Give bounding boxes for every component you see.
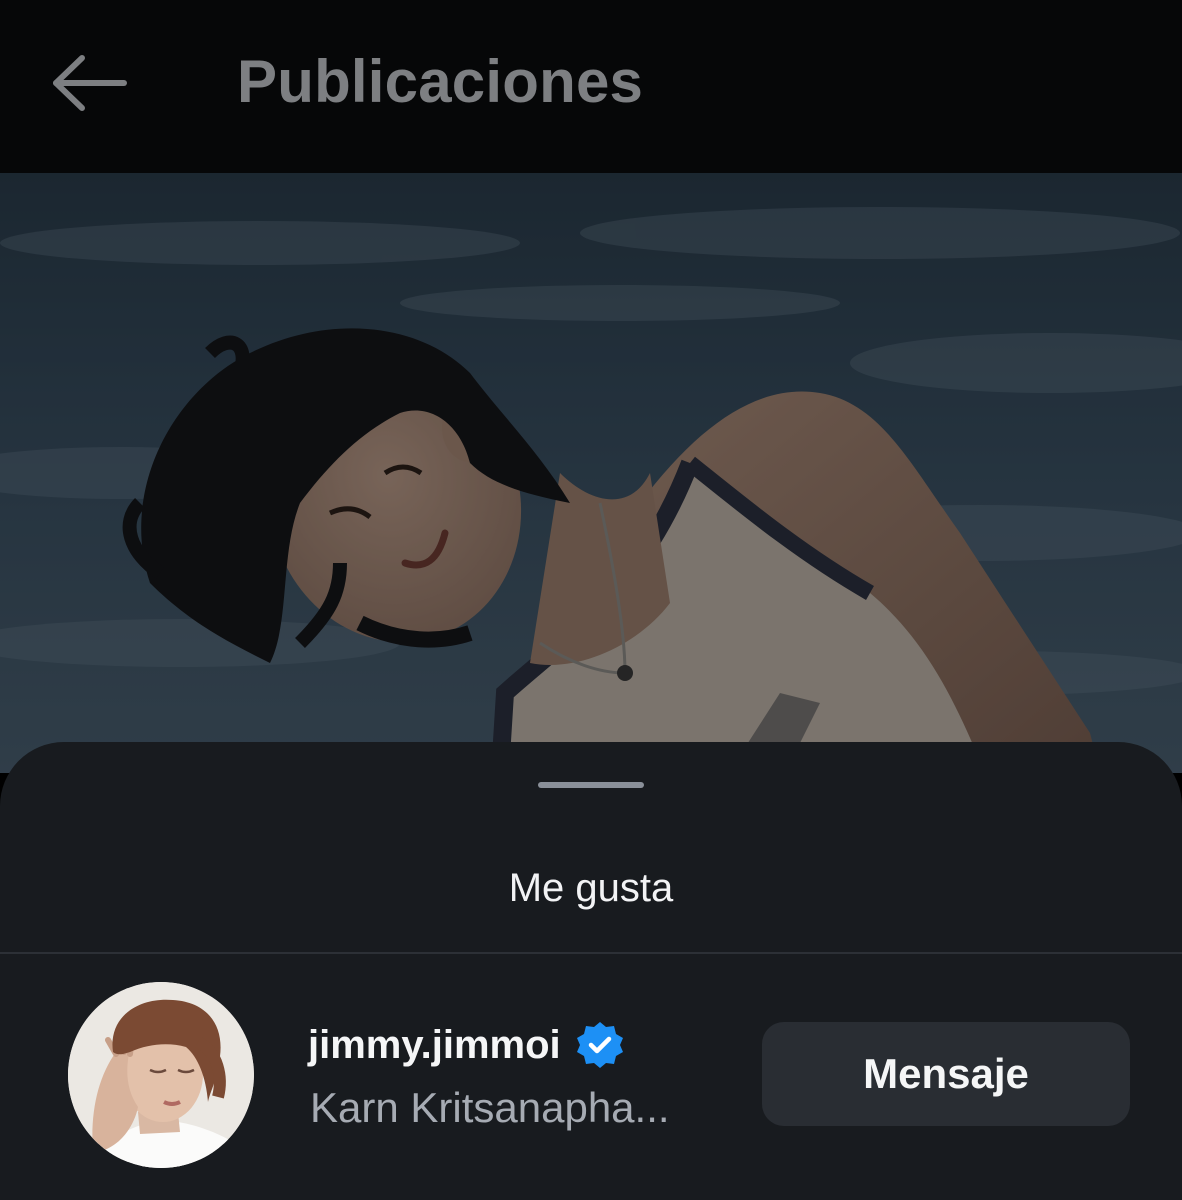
verified-badge-icon — [575, 1020, 625, 1070]
post-photo — [0, 173, 1182, 773]
username[interactable]: jimmy.jimmoi — [308, 1020, 561, 1070]
likes-bottom-sheet: Me gusta jimmy.jimmoi Karn Kritsanapha..… — [0, 742, 1182, 1200]
drag-handle[interactable] — [538, 782, 644, 788]
avatar[interactable] — [68, 982, 254, 1168]
likes-screen: Publicaciones Me gusta jimmy.jimmoi Karn… — [0, 0, 1182, 1200]
username-line[interactable]: jimmy.jimmoi — [308, 1020, 625, 1070]
sheet-title: Me gusta — [508, 866, 674, 910]
full-name: Karn Kritsanapha... — [310, 1084, 670, 1131]
top-bar: Publicaciones — [0, 0, 1182, 173]
message-button[interactable]: Mensaje — [762, 1022, 1130, 1126]
back-button[interactable] — [40, 42, 140, 124]
arrow-left-icon — [53, 55, 127, 111]
page-title: Publicaciones — [237, 48, 644, 115]
liker-row[interactable]: jimmy.jimmoi Karn Kritsanapha... Mensaje — [0, 954, 1182, 1200]
